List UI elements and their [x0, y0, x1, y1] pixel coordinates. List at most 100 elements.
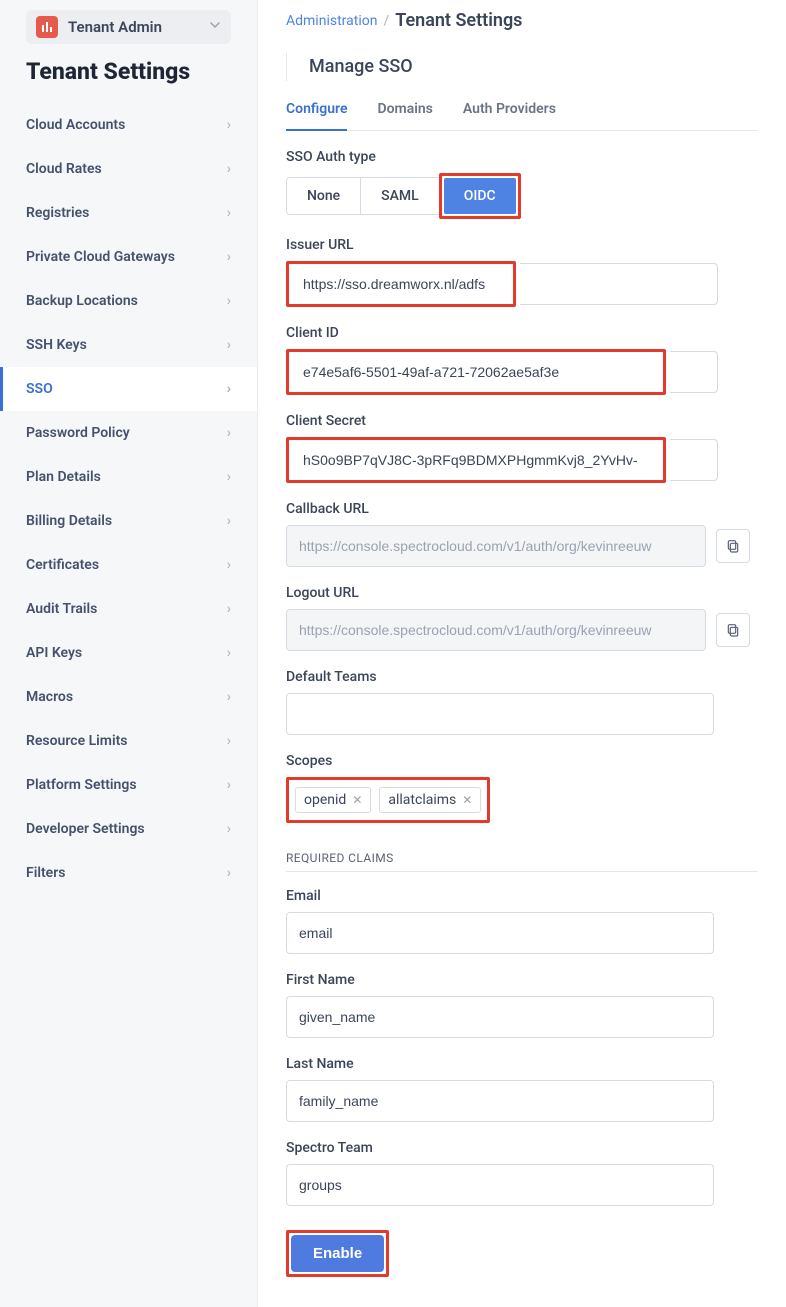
chevron-right-icon: › — [227, 865, 231, 881]
last-name-label: Last Name — [286, 1056, 758, 1072]
content: Administration / Tenant Settings Manage … — [258, 0, 786, 1307]
scope-label: Tenant Admin — [68, 18, 162, 36]
chevron-right-icon: › — [227, 161, 231, 177]
first-name-label: First Name — [286, 972, 758, 988]
tabs: Configure Domains Auth Providers — [286, 93, 758, 131]
sidebar-item-platform-settings[interactable]: Platform Settings › — [0, 763, 257, 807]
copy-logout-url-button[interactable] — [716, 613, 750, 647]
sidebar-item-label: Backup Locations — [26, 293, 138, 309]
copy-callback-url-button[interactable] — [716, 529, 750, 563]
remove-tag-icon[interactable]: ✕ — [352, 793, 362, 807]
sso-auth-type-label: SSO Auth type — [286, 149, 758, 165]
client-id-label: Client ID — [286, 325, 758, 341]
sidebar: Tenant Admin Tenant Settings Cloud Accou… — [0, 0, 258, 1307]
spectro-team-input[interactable] — [286, 1164, 714, 1206]
chevron-right-icon: › — [227, 381, 231, 397]
sidebar-item-cloud-rates[interactable]: Cloud Rates › — [0, 147, 257, 191]
sidebar-item-registries[interactable]: Registries› — [0, 191, 257, 235]
chevron-right-icon: › — [227, 337, 231, 353]
sidebar-item-label: Developer Settings — [26, 821, 145, 837]
highlight-client-id — [286, 349, 666, 395]
required-claims-header: REQUIRED CLAIMS — [286, 841, 758, 872]
copy-icon — [725, 622, 741, 638]
client-secret-label: Client Secret — [286, 413, 758, 429]
sidebar-item-label: Billing Details — [26, 513, 112, 529]
sso-auth-type-oidc[interactable]: OIDC — [444, 178, 516, 214]
sidebar-item-certificates[interactable]: Certificates › — [0, 543, 257, 587]
sidebar-nav: Cloud Accounts › Cloud Rates › Registries›… — [0, 103, 257, 895]
sidebar-item-audit-trails[interactable]: Audit Trails › — [0, 587, 257, 631]
sidebar-item-private-cloud-gateways[interactable]: Private Cloud Gateways› — [0, 235, 257, 279]
first-name-input[interactable] — [286, 996, 714, 1038]
client-secret-input[interactable] — [291, 442, 661, 478]
enable-button[interactable]: Enable — [291, 1235, 384, 1272]
highlight-issuer-url — [286, 261, 516, 307]
sidebar-item-resource-limits[interactable]: Resource Limits› — [0, 719, 257, 763]
scope-tag-label: allatclaims — [388, 792, 456, 808]
scope-selector[interactable]: Tenant Admin — [26, 10, 231, 44]
chevron-right-icon: › — [227, 469, 231, 485]
breadcrumb: Administration / Tenant Settings — [286, 10, 758, 31]
sidebar-item-label: API Keys — [26, 645, 82, 661]
highlight-enable: Enable — [286, 1230, 389, 1277]
sidebar-item-label: Audit Trails — [26, 601, 97, 617]
chevron-right-icon: › — [227, 205, 231, 221]
scope-tag-allatclaims: allatclaims ✕ — [379, 787, 481, 813]
sidebar-item-cloud-accounts[interactable]: Cloud Accounts › — [0, 103, 257, 147]
sidebar-item-ssh-keys[interactable]: SSH Keys› — [0, 323, 257, 367]
breadcrumb-administration[interactable]: Administration — [286, 13, 377, 29]
sidebar-item-label: Cloud Rates — [26, 161, 102, 177]
sso-auth-type-saml[interactable]: SAML — [361, 178, 439, 214]
sso-auth-type-none[interactable]: None — [287, 178, 361, 214]
sidebar-item-label: Platform Settings — [26, 777, 137, 793]
sso-auth-type-segmented: None SAML — [286, 177, 439, 215]
copy-icon — [725, 538, 741, 554]
sidebar-item-developer-settings[interactable]: Developer Settings › — [0, 807, 257, 851]
sidebar-item-label: Private Cloud Gateways — [26, 249, 175, 265]
sidebar-item-label: Password Policy — [26, 425, 130, 441]
scopes-input[interactable]: openid✕ allatclaims ✕ — [291, 782, 485, 818]
content-subtitle: Manage SSO — [286, 53, 413, 81]
sidebar-item-label: Filters — [26, 865, 65, 881]
email-label: Email — [286, 888, 758, 904]
sidebar-item-billing-details[interactable]: Billing Details› — [0, 499, 257, 543]
scope-tag-openid: openid✕ — [295, 787, 371, 813]
sidebar-item-api-keys[interactable]: API Keys › — [0, 631, 257, 675]
chevron-right-icon: › — [227, 645, 231, 661]
sidebar-item-plan-details[interactable]: Plan Details› — [0, 455, 257, 499]
chevron-down-icon — [209, 19, 221, 35]
sidebar-item-filters[interactable]: Filters › — [0, 851, 257, 895]
issuer-url-input[interactable] — [291, 266, 511, 302]
chevron-right-icon: › — [227, 557, 231, 573]
remove-tag-icon[interactable]: ✕ — [462, 793, 472, 807]
last-name-input[interactable] — [286, 1080, 714, 1122]
tab-auth-providers[interactable]: Auth Providers — [463, 93, 556, 130]
tab-domains[interactable]: Domains — [377, 93, 432, 130]
sidebar-item-label: SSO — [26, 381, 53, 397]
callback-url-input — [286, 525, 706, 567]
chevron-right-icon: › — [227, 601, 231, 617]
chevron-right-icon: › — [227, 425, 231, 441]
chevron-right-icon: › — [227, 821, 231, 837]
email-input[interactable] — [286, 912, 714, 954]
breadcrumb-current: Tenant Settings — [395, 10, 522, 31]
sidebar-item-password-policy[interactable]: Password Policy › — [0, 411, 257, 455]
chevron-right-icon: › — [227, 777, 231, 793]
logout-url-label: Logout URL — [286, 585, 758, 601]
spectro-team-label: Spectro Team — [286, 1140, 758, 1156]
chevron-right-icon: › — [227, 689, 231, 705]
logout-url-input — [286, 609, 706, 651]
client-id-input[interactable] — [291, 354, 661, 390]
chevron-right-icon: › — [227, 293, 231, 309]
default-teams-label: Default Teams — [286, 669, 758, 685]
highlight-oidc: OIDC — [439, 173, 521, 219]
sidebar-item-backup-locations[interactable]: Backup Locations › — [0, 279, 257, 323]
sidebar-item-label: Cloud Accounts — [26, 117, 125, 133]
sidebar-item-sso[interactable]: SSO › — [0, 367, 257, 411]
tab-configure[interactable]: Configure — [286, 93, 347, 131]
sidebar-item-macros[interactable]: Macros› — [0, 675, 257, 719]
default-teams-input[interactable] — [286, 693, 714, 735]
sidebar-item-label: Certificates — [26, 557, 99, 573]
chevron-right-icon: › — [227, 117, 231, 133]
callback-url-label: Callback URL — [286, 501, 758, 517]
